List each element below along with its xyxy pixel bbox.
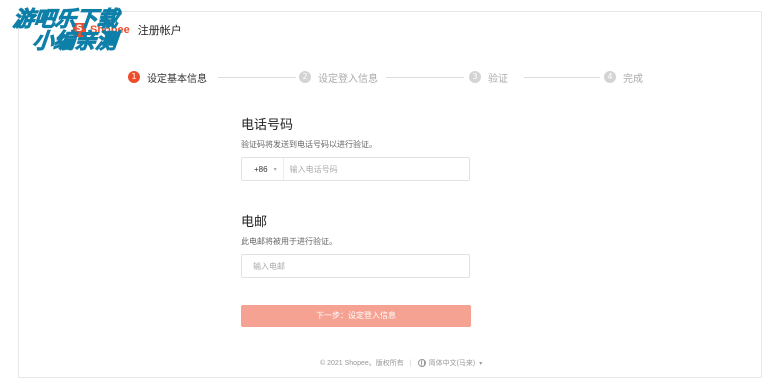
phone-field: +86 ▾ xyxy=(241,157,470,181)
language-selector[interactable]: 简体中文(马来) xyxy=(429,358,476,368)
email-section-title: 电邮 xyxy=(241,214,268,229)
step-connector xyxy=(386,77,464,78)
footer: © 2021 Shopee。版权所有 | 简体中文(马来) ▾ xyxy=(320,358,482,368)
step-3: 3 验证 xyxy=(469,70,508,85)
globe-icon xyxy=(417,359,426,367)
step-label: 设定登入信息 xyxy=(318,73,378,85)
header: Shopee 注册帐户 xyxy=(19,12,761,48)
step-label: 完成 xyxy=(623,73,643,85)
progress-stepper: 1 设定基本信息 2 设定登入信息 3 验证 4 完成 xyxy=(110,70,650,85)
step-label: 验证 xyxy=(488,73,508,85)
phone-section-title: 电话号码 xyxy=(241,117,294,132)
page-title: 注册帐户 xyxy=(137,25,182,37)
step-label: 设定基本信息 xyxy=(147,73,207,85)
watermark-line-2: 小编亲测 xyxy=(31,29,119,54)
watermark-line-1: 游吧乐下载 xyxy=(11,7,120,32)
step-1: 1 设定基本信息 xyxy=(128,70,207,85)
step-connector xyxy=(218,77,296,78)
step-number-badge: 2 xyxy=(299,71,311,83)
phone-input[interactable] xyxy=(283,158,454,180)
watermark-logo: 游吧乐下载 小编亲测 xyxy=(10,7,121,54)
chevron-down-icon: ▾ xyxy=(273,165,277,173)
copyright-text: © 2021 Shopee。版权所有 xyxy=(320,360,404,367)
step-number-badge: 4 xyxy=(604,71,616,83)
caret-down-icon[interactable]: ▾ xyxy=(479,360,482,367)
step-connector xyxy=(524,77,600,78)
step-number-badge: 1 xyxy=(128,71,140,83)
country-code-select[interactable]: +86 ▾ xyxy=(242,158,284,180)
step-number-badge: 3 xyxy=(469,71,481,83)
email-field xyxy=(241,254,470,278)
footer-separator: | xyxy=(409,359,412,367)
step-2: 2 设定登入信息 xyxy=(299,70,378,85)
step-4: 4 完成 xyxy=(604,70,643,85)
email-section-hint: 此电邮将被用于进行验证。 xyxy=(241,237,337,246)
next-step-button[interactable]: 下一步：设定登入信息 xyxy=(241,305,471,327)
phone-section-hint: 验证码将发送到电话号码以进行验证。 xyxy=(241,140,377,149)
country-code-value: +86 xyxy=(254,164,268,174)
email-input[interactable] xyxy=(242,255,462,277)
